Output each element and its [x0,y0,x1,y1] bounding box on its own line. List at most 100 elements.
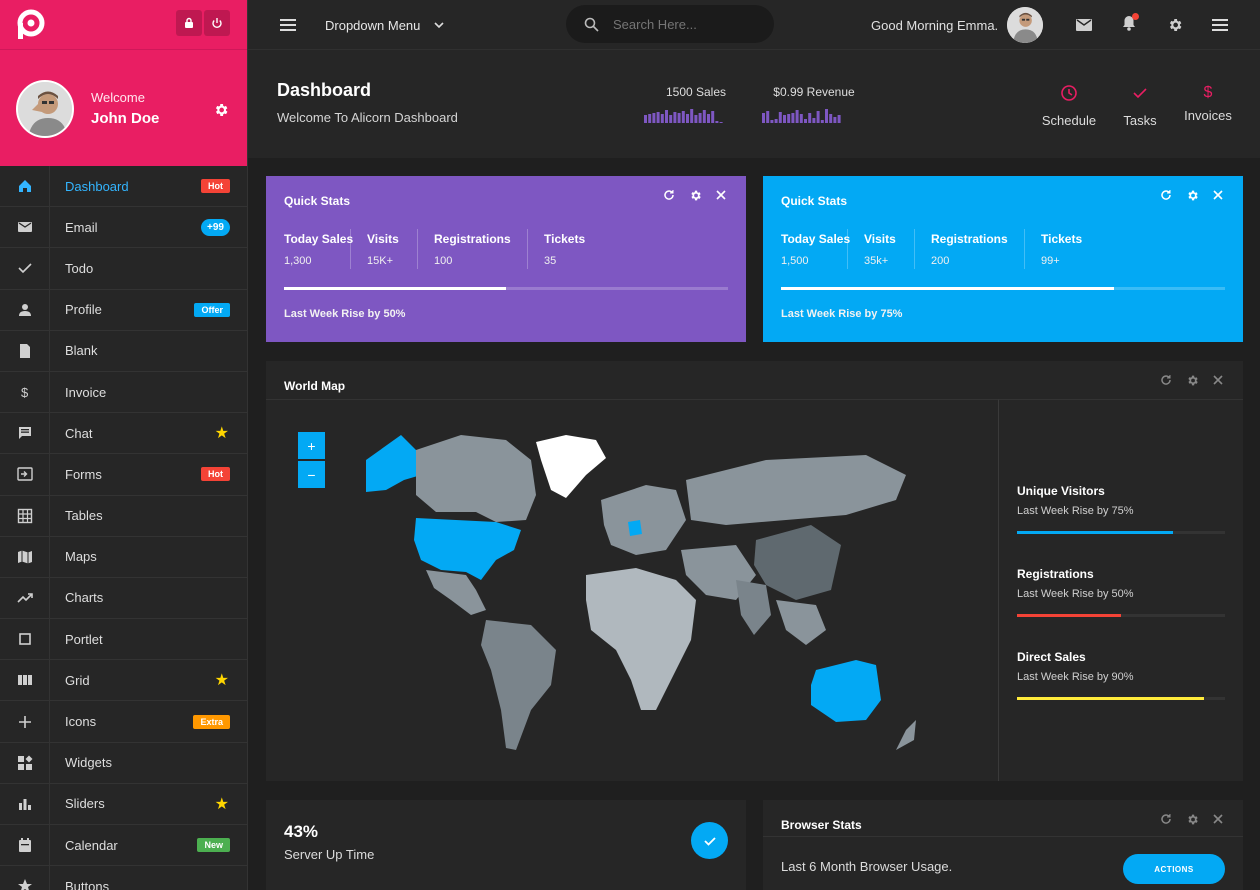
invoices-button[interactable]: $ Invoices [1173,84,1243,123]
mail-icon[interactable] [1076,0,1092,50]
gear-icon[interactable] [688,188,702,202]
sales-label: 1500 Sales [665,85,727,99]
progress-bar [1017,531,1225,534]
widgets-icon [0,742,50,783]
map-stat: Direct Sales Last Week Rise by 90% [1017,650,1225,700]
sidebar-item-calendar[interactable]: Calendar New [0,825,247,867]
more-menu-icon[interactable] [1212,0,1228,50]
sidebar-item-blank[interactable]: Blank [0,330,247,372]
quick-stat: Tickets 99+ [1041,232,1082,267]
divider [527,229,528,269]
avatar[interactable] [1007,7,1043,43]
sparkline-bar [820,120,824,123]
home-icon [0,166,50,207]
sidebar-item-invoice[interactable]: $ Invoice [0,371,247,414]
user-panel: Welcome John Doe [0,50,247,166]
sparkline-bar [686,114,689,123]
settings-icon[interactable] [1167,0,1183,50]
input-icon [0,454,50,495]
sidebar-item-email[interactable]: Email +99 [0,207,247,249]
world-map [366,435,916,750]
topbar-avatar-wrap [1007,0,1043,50]
gear-icon[interactable] [1185,188,1199,202]
close-icon[interactable] [1211,812,1225,826]
refresh-icon[interactable] [662,188,676,202]
status-badge: Extra [193,714,230,729]
sparkline-bar [837,115,841,123]
brand-bar [0,0,247,50]
sidebar-item-dashboard[interactable]: Dashboard Hot [0,166,247,208]
map-stat: Unique Visitors Last Week Rise by 75% [1017,484,1225,534]
card-tools [1159,373,1225,387]
sparkline-bar [707,114,710,123]
map-stat-label: Unique Visitors [1017,484,1105,498]
map-region-south-america [481,620,556,750]
check-button[interactable] [691,822,728,859]
search-input[interactable] [613,16,763,32]
divider [763,836,1243,837]
sparkline-bar [766,111,770,123]
sidebar-item-label: Tables [65,508,103,524]
sparkline-bar [698,113,702,123]
map-icon [0,536,50,577]
refresh-icon[interactable] [1159,188,1173,202]
sidebar-item-label: Dashboard [65,178,129,194]
sidebar-item-profile[interactable]: Profile Offer [0,289,247,331]
quick-stat: Visits 15K+ [367,232,399,267]
quick-stat-label: Today Sales [284,232,354,246]
sidebar-item-icons[interactable]: Icons Extra [0,701,247,743]
sidebar-item-chat[interactable]: Chat ★ [0,413,247,455]
close-icon[interactable] [1211,188,1225,202]
quick-stat-label: Visits [864,232,896,246]
close-icon[interactable] [714,188,728,202]
sparkline-bar [791,113,795,123]
quick-stat-value: 35 [544,255,557,267]
quick-stat: Visits 35k+ [864,232,896,267]
sidebar-item-maps[interactable]: Maps [0,536,247,578]
gear-icon[interactable] [1185,373,1199,387]
status-badge: New [197,838,230,853]
sparkline-bar [711,111,715,123]
lock-icon[interactable] [176,10,202,36]
schedule-button[interactable]: Schedule [1034,84,1104,128]
bell-icon[interactable] [1122,0,1139,50]
revenue-sparkline: $0.99 Revenue [762,85,866,128]
sidebar-item-grid[interactable]: Grid ★ [0,660,247,702]
calendar-icon [0,825,50,866]
map-region-china [754,525,841,600]
quick-stat-label: Registrations [931,232,1008,246]
sidebar-item-charts[interactable]: Charts [0,577,247,620]
sparkline-bar [770,120,774,123]
gear-icon[interactable] [213,102,229,123]
refresh-icon[interactable] [1159,373,1173,387]
close-icon[interactable] [1211,373,1225,387]
map-stat-value: Last Week Rise by 75% [1017,505,1134,517]
app-logo[interactable] [15,9,47,41]
welcome-label: Welcome [91,90,145,105]
map-region-new-zealand [896,720,916,750]
sidebar-item-sliders[interactable]: Sliders ★ [0,783,247,825]
sparkline-bar [660,114,664,123]
sidebar-item-tables[interactable]: Tables [0,495,247,537]
sidebar-item-buttons[interactable]: Buttons [0,866,247,890]
quick-stat: Tickets 35 [544,232,585,267]
refresh-icon[interactable] [1159,812,1173,826]
dropdown-menu[interactable]: Dropdown Menu [325,0,444,50]
sidebar-item-forms[interactable]: Forms Hot [0,454,247,496]
sidebar-item-portlet[interactable]: Portlet [0,619,247,661]
power-icon[interactable] [204,10,230,36]
quick-stat-label: Visits [367,232,399,246]
quick-stat-value: 1,500 [781,255,809,267]
tasks-button[interactable]: Tasks [1105,84,1175,128]
avatar[interactable] [16,80,74,138]
card-title: Browser Stats [781,818,862,832]
server-uptime-label: Server Up Time [284,847,375,862]
progress-fill [1017,614,1121,617]
menu-icon[interactable] [280,0,296,50]
dollar-icon: $ [0,371,50,413]
gear-icon[interactable] [1185,812,1199,826]
map-region-russia [686,455,906,525]
sidebar-item-widgets[interactable]: Widgets [0,742,247,784]
actions-button[interactable]: ACTIONS [1123,854,1225,884]
sidebar-item-todo[interactable]: Todo [0,248,247,290]
